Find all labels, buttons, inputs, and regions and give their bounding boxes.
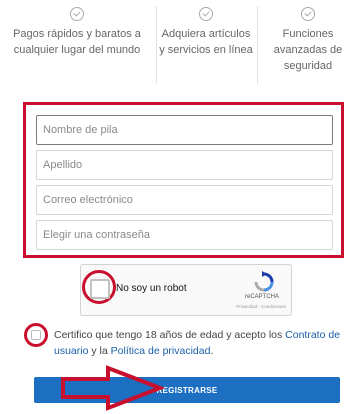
captcha-label: No soy un robot [116,283,187,294]
signup-fields-highlight [23,102,344,258]
captcha-checkbox[interactable] [90,279,110,299]
recaptcha-widget: No soy un robot reCAPTCHA Privacidad - C… [80,264,292,316]
feature-payments-line1: Pagos rápidos y baratos a [13,28,141,40]
recaptcha-logo-icon [254,271,274,292]
feature-payments: Pagos rápidos y baratos a cualquier luga… [2,0,152,86]
certify-text: Certifico que tengo 18 años de edad y ac… [54,327,352,359]
privacy-policy-link[interactable]: Política de privacidad [111,345,211,357]
feature-security: Funciones avanzadas de seguridad [259,0,357,86]
feature-shopping: Adquiera artículos y servicios en línea [158,0,254,86]
check-circle-icon [70,7,84,21]
first-name-field[interactable] [36,115,333,145]
feature-security-line2: avanzadas de [273,44,343,56]
feature-security-line3: seguridad [283,60,333,72]
feature-security-line1: Funciones [282,28,334,40]
check-circle-icon [301,7,315,21]
recaptcha-links[interactable]: Privacidad - Condiciones [221,304,301,309]
certify-text-after: . [210,345,214,357]
certify-text-before: Certifico que tengo 18 años de edad y ac… [54,329,286,341]
pointer-arrow-icon [61,365,164,411]
feature-shopping-line1: Adquiera artículos [161,28,251,40]
recaptcha-brand: reCAPTCHA [244,294,279,300]
features-row: Pagos rápidos y baratos a cualquier luga… [0,0,358,86]
feature-payments-line2: cualquier lugar del mundo [13,44,141,56]
last-name-field[interactable] [36,150,333,180]
email-field[interactable] [36,185,333,215]
feature-divider [257,6,258,84]
check-circle-icon [199,7,213,21]
feature-divider [156,6,157,84]
password-field[interactable] [36,220,333,250]
certify-checkbox[interactable] [31,330,41,340]
certify-text-between: y la [88,345,111,357]
feature-shopping-line2: y servicios en línea [159,44,253,56]
